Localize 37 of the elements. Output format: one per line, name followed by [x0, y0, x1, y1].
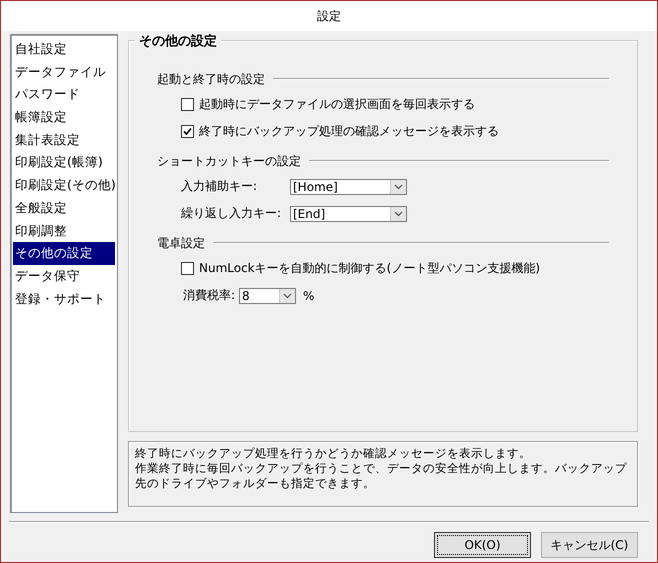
dropdown[interactable]: 8: [239, 288, 296, 304]
unit-label: %: [303, 288, 314, 302]
chevron-down-icon: [279, 288, 296, 302]
sidebar-item[interactable]: 集計表設定: [13, 128, 115, 152]
group-title: その他の設定: [135, 32, 221, 50]
checkbox[interactable]: [181, 98, 194, 111]
sidebar-item[interactable]: 自社設定: [13, 38, 115, 61]
sidebar-item[interactable]: 全般設定: [13, 196, 115, 220]
dropdown[interactable]: [End]: [290, 206, 407, 222]
dialog-button[interactable]: OK(O): [434, 532, 531, 558]
sidebar-item[interactable]: 帳簿設定: [13, 106, 115, 129]
field-label: 消費税率:: [183, 287, 236, 304]
dropdown[interactable]: [Home]: [290, 178, 407, 194]
sidebar-item[interactable]: パスワード: [13, 83, 115, 106]
sidebar-item[interactable]: 登録・サポート: [13, 288, 115, 310]
section-title: 電卓設定: [157, 234, 205, 252]
sidebar-item[interactable]: 印刷設定(帳簿): [13, 151, 115, 174]
section-title: ショートカットキーの設定: [157, 152, 301, 170]
description-text: 終了時にバックアップ処理を行うかどうか確認メッセージを表示します。: [135, 446, 532, 461]
field-label: 入力補助キー:: [181, 178, 258, 195]
window-title: 設定: [317, 8, 341, 24]
sidebar-item[interactable]: その他の設定: [13, 242, 115, 265]
sidebar-item[interactable]: 印刷調整: [13, 220, 115, 242]
dialog-button[interactable]: キャンセル(C): [541, 532, 638, 558]
checkbox[interactable]: [181, 125, 194, 138]
field-label: 繰り返し入力キー:: [181, 205, 282, 222]
chevron-down-icon: [390, 206, 406, 220]
checkbox-label: NumLockキーを自動的に制御する(ノート型パソコン支援機能): [199, 260, 540, 277]
checkbox-label: 起動時にデータファイルの選択画面を毎回表示する: [199, 96, 475, 113]
sidebar-item[interactable]: データ保守: [13, 264, 115, 288]
checkbox-label: 終了時にバックアップ処理の確認メッセージを表示する: [199, 123, 499, 140]
sidebar-item[interactable]: 印刷設定(その他): [13, 174, 115, 197]
description-text: 作業終了時に毎回バックアップを行うことで、データの安全性が向上します。バックアップ先のドライブやフォルダーも指定できます。: [135, 461, 628, 491]
checkbox[interactable]: [181, 262, 194, 275]
sidebar-item[interactable]: データファイル: [13, 60, 115, 84]
chevron-down-icon: [390, 180, 406, 194]
section-title: 起動と終了時の設定: [157, 70, 265, 88]
